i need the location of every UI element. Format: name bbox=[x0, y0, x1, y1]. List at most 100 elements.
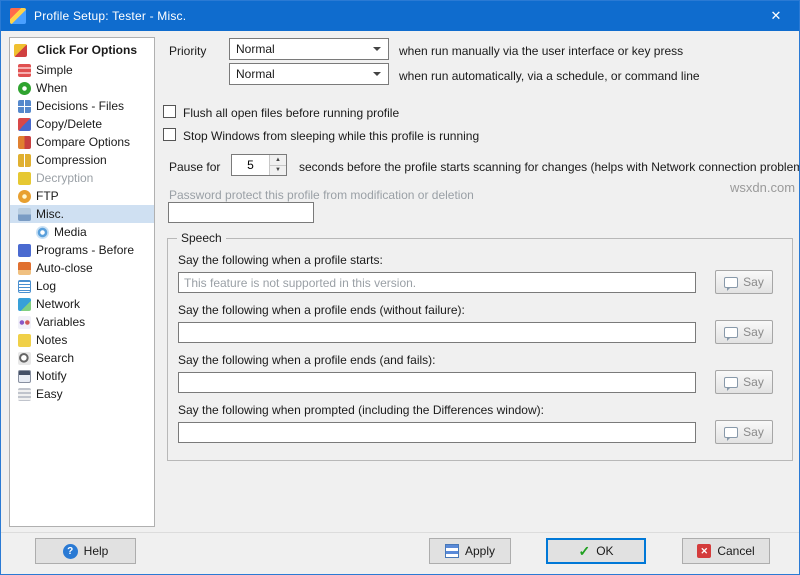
sidebar-item-variables[interactable]: Variables bbox=[10, 313, 154, 331]
cancel-icon bbox=[697, 544, 711, 558]
log-icon bbox=[18, 280, 31, 293]
flush-files-checkbox[interactable] bbox=[163, 105, 176, 118]
priority-manual-dropdown[interactable]: Normal bbox=[229, 38, 389, 60]
variables-icon bbox=[18, 316, 31, 329]
apply-button[interactable]: Apply bbox=[429, 538, 511, 564]
password-protect-label: Password protect this profile from modif… bbox=[169, 188, 474, 202]
speech-ends-fail-label: Say the following when a profile ends (a… bbox=[178, 353, 435, 367]
sidebar-item-log[interactable]: Log bbox=[10, 277, 154, 295]
ftp-icon bbox=[18, 190, 31, 203]
notify-icon bbox=[18, 370, 31, 383]
priority-manual-note: when run manually via the user interface… bbox=[399, 44, 683, 58]
window-title: Profile Setup: Tester - Misc. bbox=[34, 9, 186, 23]
copy-delete-icon bbox=[18, 118, 31, 131]
sidebar-item-network[interactable]: Network bbox=[10, 295, 154, 313]
speech-ends-ok-label: Say the following when a profile ends (w… bbox=[178, 303, 465, 317]
spin-down-icon[interactable] bbox=[270, 165, 286, 176]
flush-files-label: Flush all open files before running prof… bbox=[183, 106, 399, 120]
decryption-icon bbox=[18, 172, 31, 185]
sidebar-item-ftp[interactable]: FTP bbox=[10, 187, 154, 205]
sidebar-item-label: Media bbox=[54, 225, 87, 239]
app-icon bbox=[10, 8, 26, 24]
options-icon bbox=[14, 44, 27, 57]
sidebar-item-label: Decryption bbox=[36, 171, 93, 185]
sidebar-item-label: Notify bbox=[36, 369, 67, 383]
sidebar-item-label: FTP bbox=[36, 189, 59, 203]
search-icon bbox=[18, 352, 31, 365]
sidebar-header-label: Click For Options bbox=[37, 43, 137, 57]
compare-options-icon bbox=[18, 136, 31, 149]
password-input[interactable] bbox=[168, 202, 314, 223]
speech-ends-fail-say-button[interactable]: Say bbox=[715, 370, 773, 394]
pause-note: seconds before the profile starts scanni… bbox=[299, 160, 800, 174]
sidebar-item-programs-before[interactable]: Programs - Before bbox=[10, 241, 154, 259]
sidebar-item-decryption[interactable]: Decryption bbox=[10, 169, 154, 187]
sidebar-item-label: Search bbox=[36, 351, 74, 365]
speech-starts-input[interactable] bbox=[178, 272, 696, 293]
sidebar-item-media[interactable]: Media bbox=[10, 223, 154, 241]
say-button-label: Say bbox=[743, 325, 764, 339]
speech-group-title: Speech bbox=[177, 231, 226, 245]
sidebar-item-label: Network bbox=[36, 297, 80, 311]
pause-seconds-stepper bbox=[231, 154, 287, 176]
say-button-label: Say bbox=[743, 375, 764, 389]
help-button-label: Help bbox=[84, 544, 109, 558]
speech-starts-say-button[interactable]: Say bbox=[715, 270, 773, 294]
sidebar-item-label: Compare Options bbox=[36, 135, 130, 149]
speech-ends-ok-input[interactable] bbox=[178, 322, 696, 343]
speech-bubble-icon bbox=[724, 427, 738, 438]
speech-ends-fail-input[interactable] bbox=[178, 372, 696, 393]
sidebar-item-simple[interactable]: Simple bbox=[10, 61, 154, 79]
spin-up-icon[interactable] bbox=[270, 155, 286, 165]
sidebar-item-easy[interactable]: Easy bbox=[10, 385, 154, 403]
sidebar-header: Click For Options bbox=[10, 40, 154, 61]
cancel-button[interactable]: Cancel bbox=[682, 538, 770, 564]
sidebar-item-label: Programs - Before bbox=[36, 243, 134, 257]
watermark: wsxdn.com bbox=[730, 180, 795, 195]
network-icon bbox=[18, 298, 31, 311]
sidebar-item-label: Log bbox=[36, 279, 56, 293]
sidebar-item-copy-delete[interactable]: Copy/Delete bbox=[10, 115, 154, 133]
ok-button[interactable]: OK bbox=[546, 538, 646, 564]
close-icon: ✕ bbox=[771, 8, 782, 24]
speech-prompted-input[interactable] bbox=[178, 422, 696, 443]
priority-auto-note: when run automatically, via a schedule, … bbox=[399, 69, 700, 83]
sidebar-item-label: Variables bbox=[36, 315, 85, 329]
footer-separator bbox=[1, 532, 799, 533]
options-sidebar: Click For Options Simple When Decisions … bbox=[9, 37, 155, 527]
sidebar-item-label: Simple bbox=[36, 63, 73, 77]
apply-icon bbox=[445, 544, 459, 558]
cancel-button-label: Cancel bbox=[717, 544, 754, 558]
close-button[interactable]: ✕ bbox=[753, 1, 799, 31]
help-button[interactable]: Help bbox=[35, 538, 136, 564]
speech-ends-ok-say-button[interactable]: Say bbox=[715, 320, 773, 344]
priority-auto-value: Normal bbox=[236, 67, 275, 81]
compression-icon bbox=[18, 154, 31, 167]
pause-seconds-input[interactable] bbox=[232, 155, 269, 175]
ok-button-label: OK bbox=[596, 544, 613, 558]
speech-prompted-say-button[interactable]: Say bbox=[715, 420, 773, 444]
help-icon bbox=[63, 544, 78, 559]
sidebar-item-decisions-files[interactable]: Decisions - Files bbox=[10, 97, 154, 115]
speech-bubble-icon bbox=[724, 327, 738, 338]
sidebar-item-when[interactable]: When bbox=[10, 79, 154, 97]
when-icon bbox=[18, 82, 31, 95]
programs-before-icon bbox=[18, 244, 31, 257]
pause-for-label: Pause for bbox=[169, 160, 220, 174]
sidebar-item-label: Notes bbox=[36, 333, 67, 347]
speech-group: Speech Say the following when a profile … bbox=[167, 238, 793, 461]
sidebar-item-auto-close[interactable]: Auto-close bbox=[10, 259, 154, 277]
priority-auto-dropdown[interactable]: Normal bbox=[229, 63, 389, 85]
stop-sleep-checkbox[interactable] bbox=[163, 128, 176, 141]
say-button-label: Say bbox=[743, 275, 764, 289]
sidebar-item-search[interactable]: Search bbox=[10, 349, 154, 367]
sidebar-item-label: Copy/Delete bbox=[36, 117, 102, 131]
sidebar-item-notify[interactable]: Notify bbox=[10, 367, 154, 385]
speech-starts-label: Say the following when a profile starts: bbox=[178, 253, 383, 267]
sidebar-item-compare-options[interactable]: Compare Options bbox=[10, 133, 154, 151]
sidebar-item-compression[interactable]: Compression bbox=[10, 151, 154, 169]
sidebar-item-notes[interactable]: Notes bbox=[10, 331, 154, 349]
ok-icon bbox=[578, 543, 590, 560]
sidebar-item-misc[interactable]: Misc. bbox=[10, 205, 154, 223]
sidebar-item-label: Misc. bbox=[36, 207, 64, 221]
